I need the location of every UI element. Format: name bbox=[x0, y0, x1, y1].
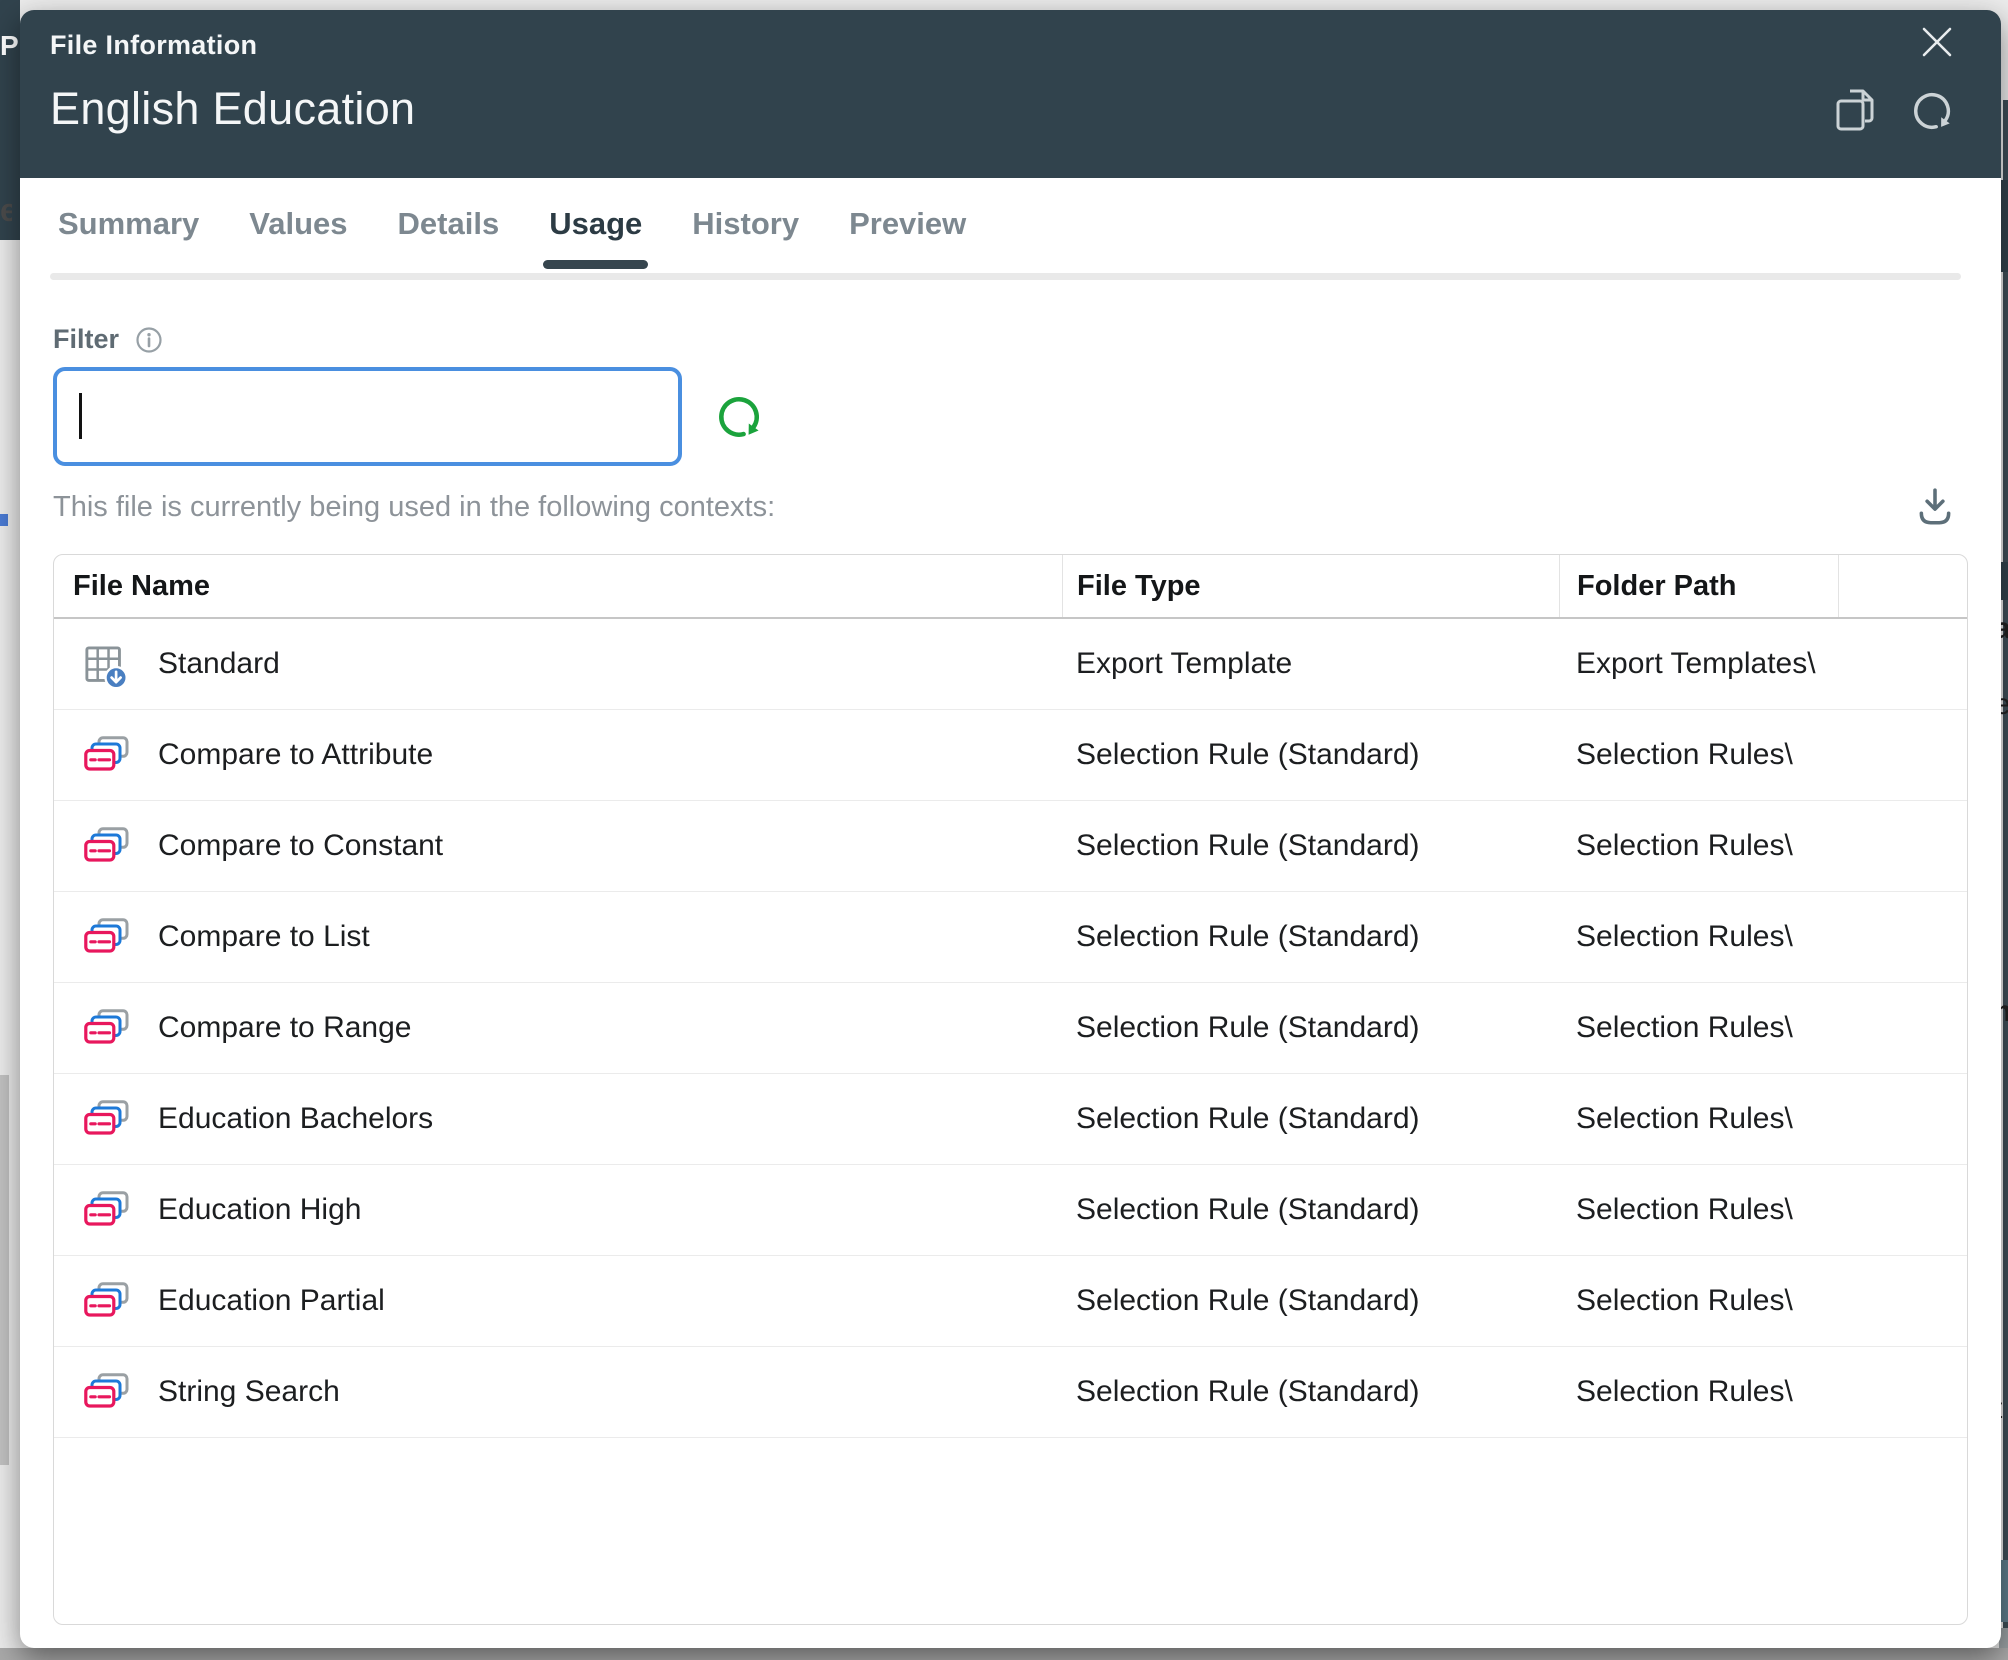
usage-table: File Name File Type Folder Path Standard… bbox=[53, 554, 1968, 1625]
dialog-title: File Information bbox=[50, 30, 2001, 61]
file-type-cell: Selection Rule (Standard) bbox=[1062, 1011, 1559, 1045]
column-header-folder-path: Folder Path bbox=[1559, 555, 1838, 617]
file-name-cell: Compare to Range bbox=[54, 1009, 1062, 1047]
tab-history[interactable]: History bbox=[692, 206, 799, 274]
file-name-cell: Compare to Attribute bbox=[54, 736, 1062, 774]
tab-summary[interactable]: Summary bbox=[58, 206, 199, 274]
file-type-cell: Selection Rule (Standard) bbox=[1062, 1284, 1559, 1318]
file-type-cell: Selection Rule (Standard) bbox=[1062, 1193, 1559, 1227]
background-accent-fragment bbox=[0, 514, 8, 526]
table-row[interactable]: Education High Selection Rule (Standard)S… bbox=[54, 1165, 1967, 1256]
tab-preview[interactable]: Preview bbox=[849, 206, 966, 274]
folder-path-cell: Selection Rules\ bbox=[1559, 829, 1838, 863]
table-row[interactable]: Compare to Attribute Selection Rule (Stan… bbox=[54, 710, 1967, 801]
selection-rule-icon bbox=[84, 827, 130, 865]
refresh-results-button[interactable] bbox=[714, 392, 764, 442]
table-row[interactable]: Education Partial Selection Rule (Standar… bbox=[54, 1256, 1967, 1347]
file-name-cell: Education Partial bbox=[54, 1282, 1062, 1320]
tab-values[interactable]: Values bbox=[249, 206, 347, 274]
file-name-text: Education Partial bbox=[158, 1284, 385, 1318]
file-name-cell: Compare to List bbox=[54, 918, 1062, 956]
tab-underline-track bbox=[50, 273, 1961, 280]
close-icon bbox=[1919, 24, 1955, 60]
folder-path-cell: Export Templates\ bbox=[1559, 647, 1838, 681]
background-page-edge bbox=[2003, 100, 2008, 1660]
file-name-title: English Education bbox=[50, 83, 2001, 135]
folder-path-cell: Selection Rules\ bbox=[1559, 1284, 1838, 1318]
file-information-dialog: File Information English Education bbox=[20, 10, 2001, 1648]
copy-file-button[interactable] bbox=[1835, 88, 1881, 134]
filter-input[interactable] bbox=[53, 367, 682, 466]
export-template-icon bbox=[84, 645, 130, 683]
usage-tab-panel: Filter This file is currently being used… bbox=[20, 300, 2001, 1648]
filter-label: Filter bbox=[53, 324, 119, 355]
selection-rule-icon bbox=[84, 1191, 130, 1229]
file-name-text: String Search bbox=[158, 1375, 340, 1409]
selection-rule-icon bbox=[84, 1009, 130, 1047]
export-list-button[interactable] bbox=[1914, 486, 1956, 528]
selection-rule-icon bbox=[84, 736, 130, 774]
dialog-header: File Information English Education bbox=[20, 10, 2001, 178]
file-type-cell: Selection Rule (Standard) bbox=[1062, 1375, 1559, 1409]
folder-path-cell: Selection Rules\ bbox=[1559, 920, 1838, 954]
file-type-cell: Export Template bbox=[1062, 647, 1559, 681]
file-type-cell: Selection Rule (Standard) bbox=[1062, 920, 1559, 954]
reload-icon bbox=[1909, 88, 1955, 134]
table-row[interactable]: Education Bachelors Selection Rule (Stand… bbox=[54, 1074, 1967, 1165]
file-name-cell: Education Bachelors bbox=[54, 1100, 1062, 1138]
dialog-tabbar: Summary Values Details Usage History Preview bbox=[20, 178, 2001, 300]
folder-path-cell: Selection Rules\ bbox=[1559, 1102, 1838, 1136]
background-letter-fragment: e bbox=[0, 192, 12, 232]
table-row[interactable]: Compare to List Selection Rule (Standard)… bbox=[54, 892, 1967, 983]
table-body: Standard Export TemplateExport Templates\… bbox=[54, 619, 1967, 1438]
background-shadow-strip bbox=[0, 1648, 2008, 1660]
download-icon bbox=[1914, 486, 1956, 528]
refresh-icon bbox=[714, 392, 764, 442]
selection-rule-icon bbox=[84, 918, 130, 956]
table-row[interactable]: Standard Export TemplateExport Templates\ bbox=[54, 619, 1967, 710]
file-name-cell: Standard bbox=[54, 645, 1062, 683]
column-header-empty bbox=[1838, 555, 1967, 617]
filter-input-wrap bbox=[53, 367, 682, 466]
file-name-text: Compare to Attribute bbox=[158, 738, 433, 772]
folder-path-cell: Selection Rules\ bbox=[1559, 1375, 1838, 1409]
file-type-cell: Selection Rule (Standard) bbox=[1062, 829, 1559, 863]
file-name-text: Compare to Range bbox=[158, 1011, 411, 1045]
file-name-text: Education High bbox=[158, 1193, 361, 1227]
tab-usage[interactable]: Usage bbox=[549, 206, 642, 274]
file-name-cell: Compare to Constant bbox=[54, 827, 1062, 865]
table-row[interactable]: Compare to Constant Selection Rule (Stand… bbox=[54, 801, 1967, 892]
selection-rule-icon bbox=[84, 1373, 130, 1411]
selection-rule-icon bbox=[84, 1282, 130, 1320]
tab-details[interactable]: Details bbox=[398, 206, 500, 274]
table-empty-space bbox=[54, 1438, 1967, 1624]
folder-path-cell: Selection Rules\ bbox=[1559, 1011, 1838, 1045]
file-name-cell: String Search bbox=[54, 1373, 1062, 1411]
table-row[interactable]: String Search Selection Rule (Standard)Se… bbox=[54, 1347, 1967, 1438]
file-type-cell: Selection Rule (Standard) bbox=[1062, 1102, 1559, 1136]
file-name-text: Compare to List bbox=[158, 920, 370, 954]
folder-path-cell: Selection Rules\ bbox=[1559, 1193, 1838, 1227]
table-row[interactable]: Compare to Range Selection Rule (Standard… bbox=[54, 983, 1967, 1074]
header-actions bbox=[1835, 88, 1955, 134]
file-name-text: Standard bbox=[158, 647, 280, 681]
selection-rule-icon bbox=[84, 1100, 130, 1138]
column-header-file-name: File Name bbox=[54, 555, 1062, 617]
copy-file-icon bbox=[1835, 88, 1879, 132]
close-button[interactable] bbox=[1919, 24, 1955, 60]
tab-list: Summary Values Details Usage History Preview bbox=[58, 206, 1971, 274]
usage-context-note: This file is currently being used in the… bbox=[53, 491, 775, 524]
column-header-file-type: File Type bbox=[1062, 555, 1559, 617]
file-type-cell: Selection Rule (Standard) bbox=[1062, 738, 1559, 772]
table-header-row: File Name File Type Folder Path bbox=[54, 555, 1967, 619]
file-name-text: Education Bachelors bbox=[158, 1102, 433, 1136]
background-scrollbar-fragment bbox=[0, 1075, 9, 1465]
reload-file-button[interactable] bbox=[1909, 88, 1955, 134]
file-name-text: Compare to Constant bbox=[158, 829, 443, 863]
folder-path-cell: Selection Rules\ bbox=[1559, 738, 1838, 772]
background-letter-fragment: P bbox=[0, 30, 19, 61]
info-icon[interactable] bbox=[135, 326, 163, 354]
file-name-cell: Education High bbox=[54, 1191, 1062, 1229]
text-cursor bbox=[79, 393, 82, 439]
